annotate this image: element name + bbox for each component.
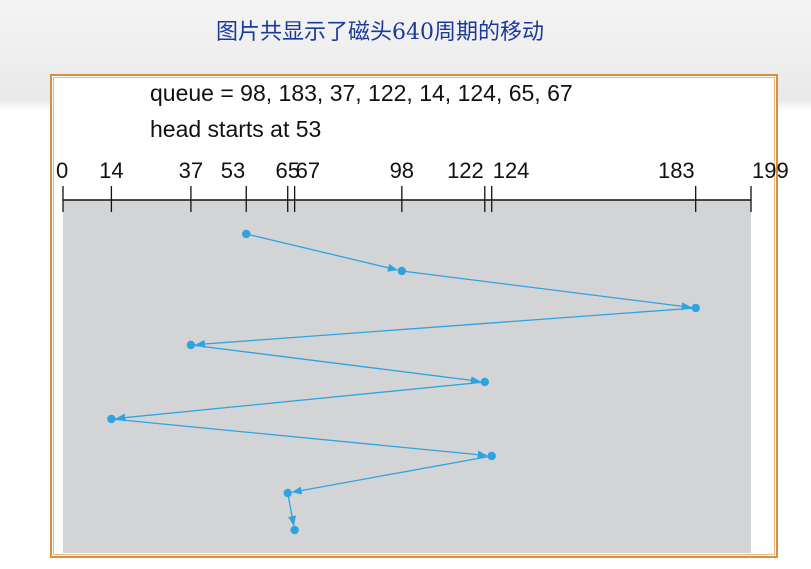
head-start-text: head starts at 53 [150,116,322,142]
axis-tick-label-199: 199 [752,158,789,183]
head-position-124 [487,451,496,461]
head-position-183 [691,303,700,313]
axis-tick-label-183: 183 [658,158,695,183]
head-position-37 [186,340,196,350]
head-position-53 [242,229,251,239]
axis-tick-label-124: 124 [493,158,530,183]
axis-tick-labels: 0 14 37 53 6567 98 122 124 183 199 [56,158,789,183]
head-position-98 [397,266,407,276]
head-position-14 [107,414,116,424]
axis-tick-label-122: 122 [447,158,484,183]
plot-area [63,200,751,553]
axis-tick-label-98: 98 [390,158,414,183]
queue-text: queue = 98, 183, 37, 122, 14, 124, 65, 6… [150,80,573,106]
axis-tick-label-0: 0 [56,158,68,183]
head-position-65 [283,488,292,498]
axis-tick-label-14: 14 [99,158,123,183]
axis-tick-label-37: 37 [179,158,203,183]
axis-tick-label-53: 53 [221,158,245,183]
axis-tick-label-67: 67 [296,158,320,183]
head-position-122 [480,377,489,387]
head-position-67 [290,525,299,535]
